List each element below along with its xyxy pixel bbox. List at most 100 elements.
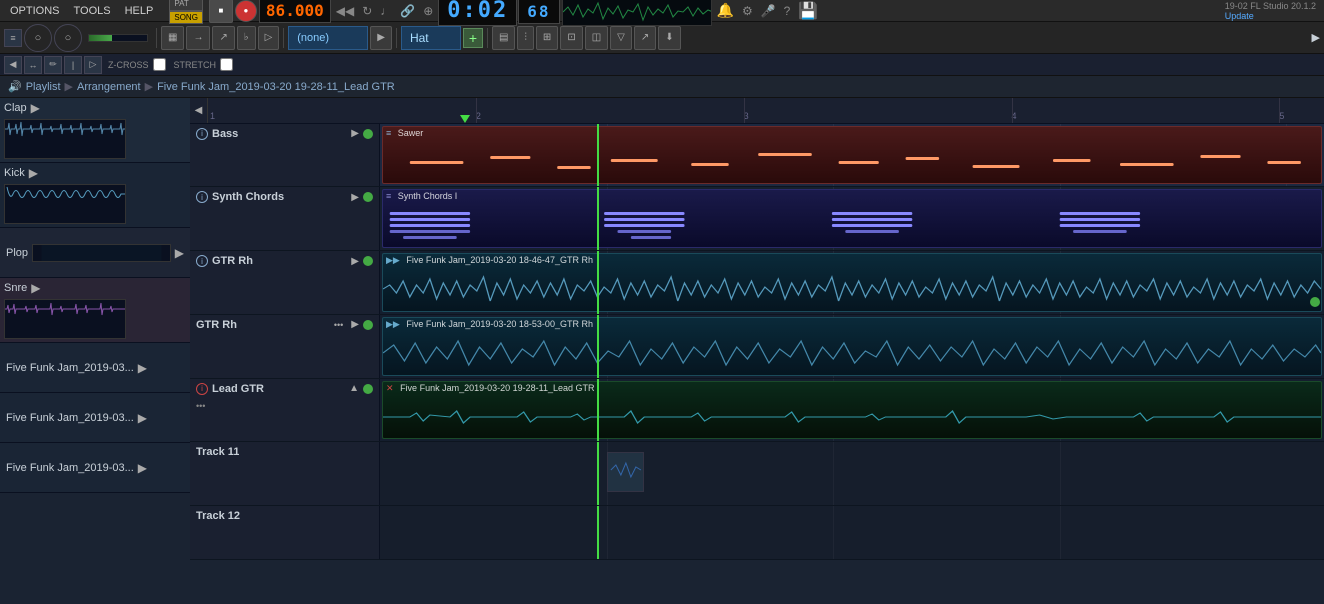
track-bass: i Bass ▶ ≡ Sawer — [190, 124, 1324, 188]
filter-btn[interactable]: ▽ — [610, 26, 632, 50]
breadcrumb-clip[interactable]: Five Funk Jam_2019-03-20 19-28-11_Lead G… — [157, 81, 395, 93]
track-lead: i Lead GTR ▲ ••• ✕ Five Funk Jam_2019-03… — [190, 379, 1324, 443]
synth-info-icon[interactable]: i — [196, 191, 208, 203]
bass-arrow[interactable]: ▶ — [351, 128, 359, 139]
cursor-btn[interactable]: ↗ — [212, 26, 234, 50]
gtr1-clip[interactable]: ▶▶ Five Funk Jam_2019-03-20 18-46-47_GTR… — [382, 253, 1322, 312]
pat-button[interactable]: PAT — [169, 0, 203, 11]
nav-arrow-left[interactable]: ◀ — [4, 56, 22, 74]
ruler-ticks-area[interactable]: 1 2 3 4 5 — [208, 98, 1324, 123]
menu-options[interactable]: OPTIONS — [4, 3, 66, 19]
arrow-right-btn[interactable]: → — [186, 26, 210, 50]
gtr2-arrow[interactable]: ▶ — [351, 319, 359, 330]
track-11-content[interactable] — [380, 442, 1324, 505]
instrument-clap[interactable]: Clap ▶ — [0, 98, 190, 163]
gtr1-arrow[interactable]: ▶ — [351, 256, 359, 267]
rewind-icon[interactable]: ◀◀ — [333, 2, 357, 20]
clip-btn[interactable]: ◫ — [585, 26, 608, 50]
song-button[interactable]: SONG — [169, 11, 203, 25]
track-lead-header: i Lead GTR ▲ — [196, 383, 373, 395]
record-button[interactable]: ● — [235, 0, 257, 22]
gtr1-info-icon[interactable]: i — [196, 255, 208, 267]
audio-clip-2[interactable]: Five Funk Jam_2019-03... ▶ — [0, 393, 190, 443]
preset-arrow[interactable]: ▶ — [370, 26, 392, 50]
track-gtr1-content[interactable]: ▶▶ Five Funk Jam_2019-03-20 18-46-47_GTR… — [380, 251, 1324, 314]
track-synth-content[interactable]: ≡ Synth Chords I — [380, 187, 1324, 250]
knob-right[interactable]: ○ — [54, 24, 82, 52]
synth-playhead — [597, 187, 599, 250]
fx-btn[interactable]: ⊡ — [560, 26, 582, 50]
z-cross-checkbox[interactable] — [153, 58, 166, 71]
menu-help[interactable]: HELP — [119, 3, 160, 19]
hat-plus-btn[interactable]: + — [463, 28, 483, 48]
piano-btn[interactable]: ♭ — [237, 26, 256, 50]
gtr2-dots: ••• — [334, 320, 343, 330]
kick-arrow[interactable]: ▶ — [29, 166, 38, 180]
lead-clip[interactable]: ✕ Five Funk Jam_2019-03-20 19-28-11_Lead… — [382, 381, 1322, 440]
eq-btn[interactable]: ⫶ — [517, 26, 534, 50]
instrument-plop[interactable]: Plop ▶ — [0, 228, 190, 278]
note-icon[interactable]: ♩ — [377, 2, 395, 20]
clap-arrow[interactable]: ▶ — [31, 101, 40, 115]
knob-left[interactable]: ○ — [24, 24, 52, 52]
metronome-icon[interactable]: 🔔 — [714, 0, 737, 21]
track-bass-label: i Bass ▶ — [190, 124, 380, 187]
t12-playhead — [597, 506, 599, 559]
sample-btn[interactable]: ▷ — [258, 26, 280, 50]
audio-clip-1[interactable]: Five Funk Jam_2019-03... ▶ — [0, 343, 190, 393]
link-icon[interactable]: 🔗 — [397, 2, 418, 20]
breadcrumb-arrangement[interactable]: Arrangement — [77, 81, 141, 93]
save-icon[interactable]: 💾 — [795, 0, 821, 23]
channel-btn[interactable]: ⊞ — [536, 26, 558, 50]
pattern-btn[interactable]: ▤ — [492, 26, 515, 50]
stop-button[interactable]: ■ — [209, 0, 233, 23]
bass-info-icon[interactable]: i — [196, 128, 208, 140]
nav-arrow2[interactable]: ▷ — [84, 56, 102, 74]
gtr2-clip[interactable]: ▶▶ Five Funk Jam_2019-03-20 18-53-00_GTR… — [382, 317, 1322, 376]
track-lead-content[interactable]: ✕ Five Funk Jam_2019-03-20 19-28-11_Lead… — [380, 379, 1324, 442]
plop-arrow[interactable]: ▶ — [175, 246, 184, 260]
loop-icon[interactable]: ↻ — [359, 2, 375, 20]
breadcrumb-playlist[interactable]: Playlist — [26, 81, 61, 93]
help-icon[interactable]: ? — [781, 2, 794, 20]
settings-icon[interactable]: ⚙ — [739, 2, 756, 20]
download-btn[interactable]: ⬇ — [658, 26, 680, 50]
mixer-icon[interactable]: ≡ — [4, 29, 22, 47]
menu-tools[interactable]: TOOLS — [68, 3, 117, 19]
synth-arrow[interactable]: ▶ — [351, 192, 359, 203]
nav-scroll[interactable]: | — [64, 56, 82, 74]
synth-name: Synth Chords — [212, 191, 284, 203]
track-gtr2-content[interactable]: ▶▶ Five Funk Jam_2019-03-20 18-53-00_GTR… — [380, 315, 1324, 378]
lead-expand[interactable]: ▲ — [349, 383, 359, 394]
instrument-kick[interactable]: Kick ▶ — [0, 163, 190, 228]
update-label[interactable]: Update — [1225, 11, 1316, 21]
audio-clip-1-arrow[interactable]: ▶ — [138, 361, 147, 375]
nav-double-arrow[interactable]: ↔ — [24, 56, 42, 74]
volume-slider[interactable] — [88, 34, 148, 42]
preset-display[interactable]: (none) — [288, 26, 368, 50]
track-12-label: Track 12 — [190, 506, 380, 559]
track-12-content[interactable] — [380, 506, 1324, 559]
audio-clip-3-arrow[interactable]: ▶ — [138, 461, 147, 475]
synth-clip[interactable]: ≡ Synth Chords I — [382, 189, 1322, 248]
t11-snippet[interactable] — [607, 452, 645, 492]
bass-clip[interactable]: ≡ Sawer — [382, 126, 1322, 185]
playlist-button[interactable]: ▦ — [161, 26, 184, 50]
audio-clip-3[interactable]: Five Funk Jam_2019-03... ▶ — [0, 443, 190, 493]
t11-grid-4 — [1060, 442, 1061, 505]
audio-clip-2-arrow[interactable]: ▶ — [138, 411, 147, 425]
automation-btn[interactable]: ↗ — [634, 26, 656, 50]
bpm-display[interactable]: 86.000 — [259, 0, 331, 23]
track-bass-content[interactable]: ≡ Sawer — [380, 124, 1324, 187]
stretch-checkbox[interactable] — [220, 58, 233, 71]
mic-icon[interactable]: 🎤 — [758, 2, 779, 20]
instrument-snre[interactable]: Snre ▶ — [0, 278, 190, 343]
nav-pencil[interactable]: ✏ — [44, 56, 62, 74]
lead-info-icon[interactable]: i — [196, 383, 208, 395]
gtr1-dot — [363, 256, 373, 266]
snre-arrow[interactable]: ▶ — [31, 281, 40, 295]
arrow-nav[interactable]: ▶ — [1312, 31, 1320, 44]
ruler-left-ctrl[interactable]: ◀ — [190, 98, 208, 123]
track-12-name: Track 12 — [196, 510, 240, 522]
stamp-icon[interactable]: ⊕ — [420, 2, 436, 20]
